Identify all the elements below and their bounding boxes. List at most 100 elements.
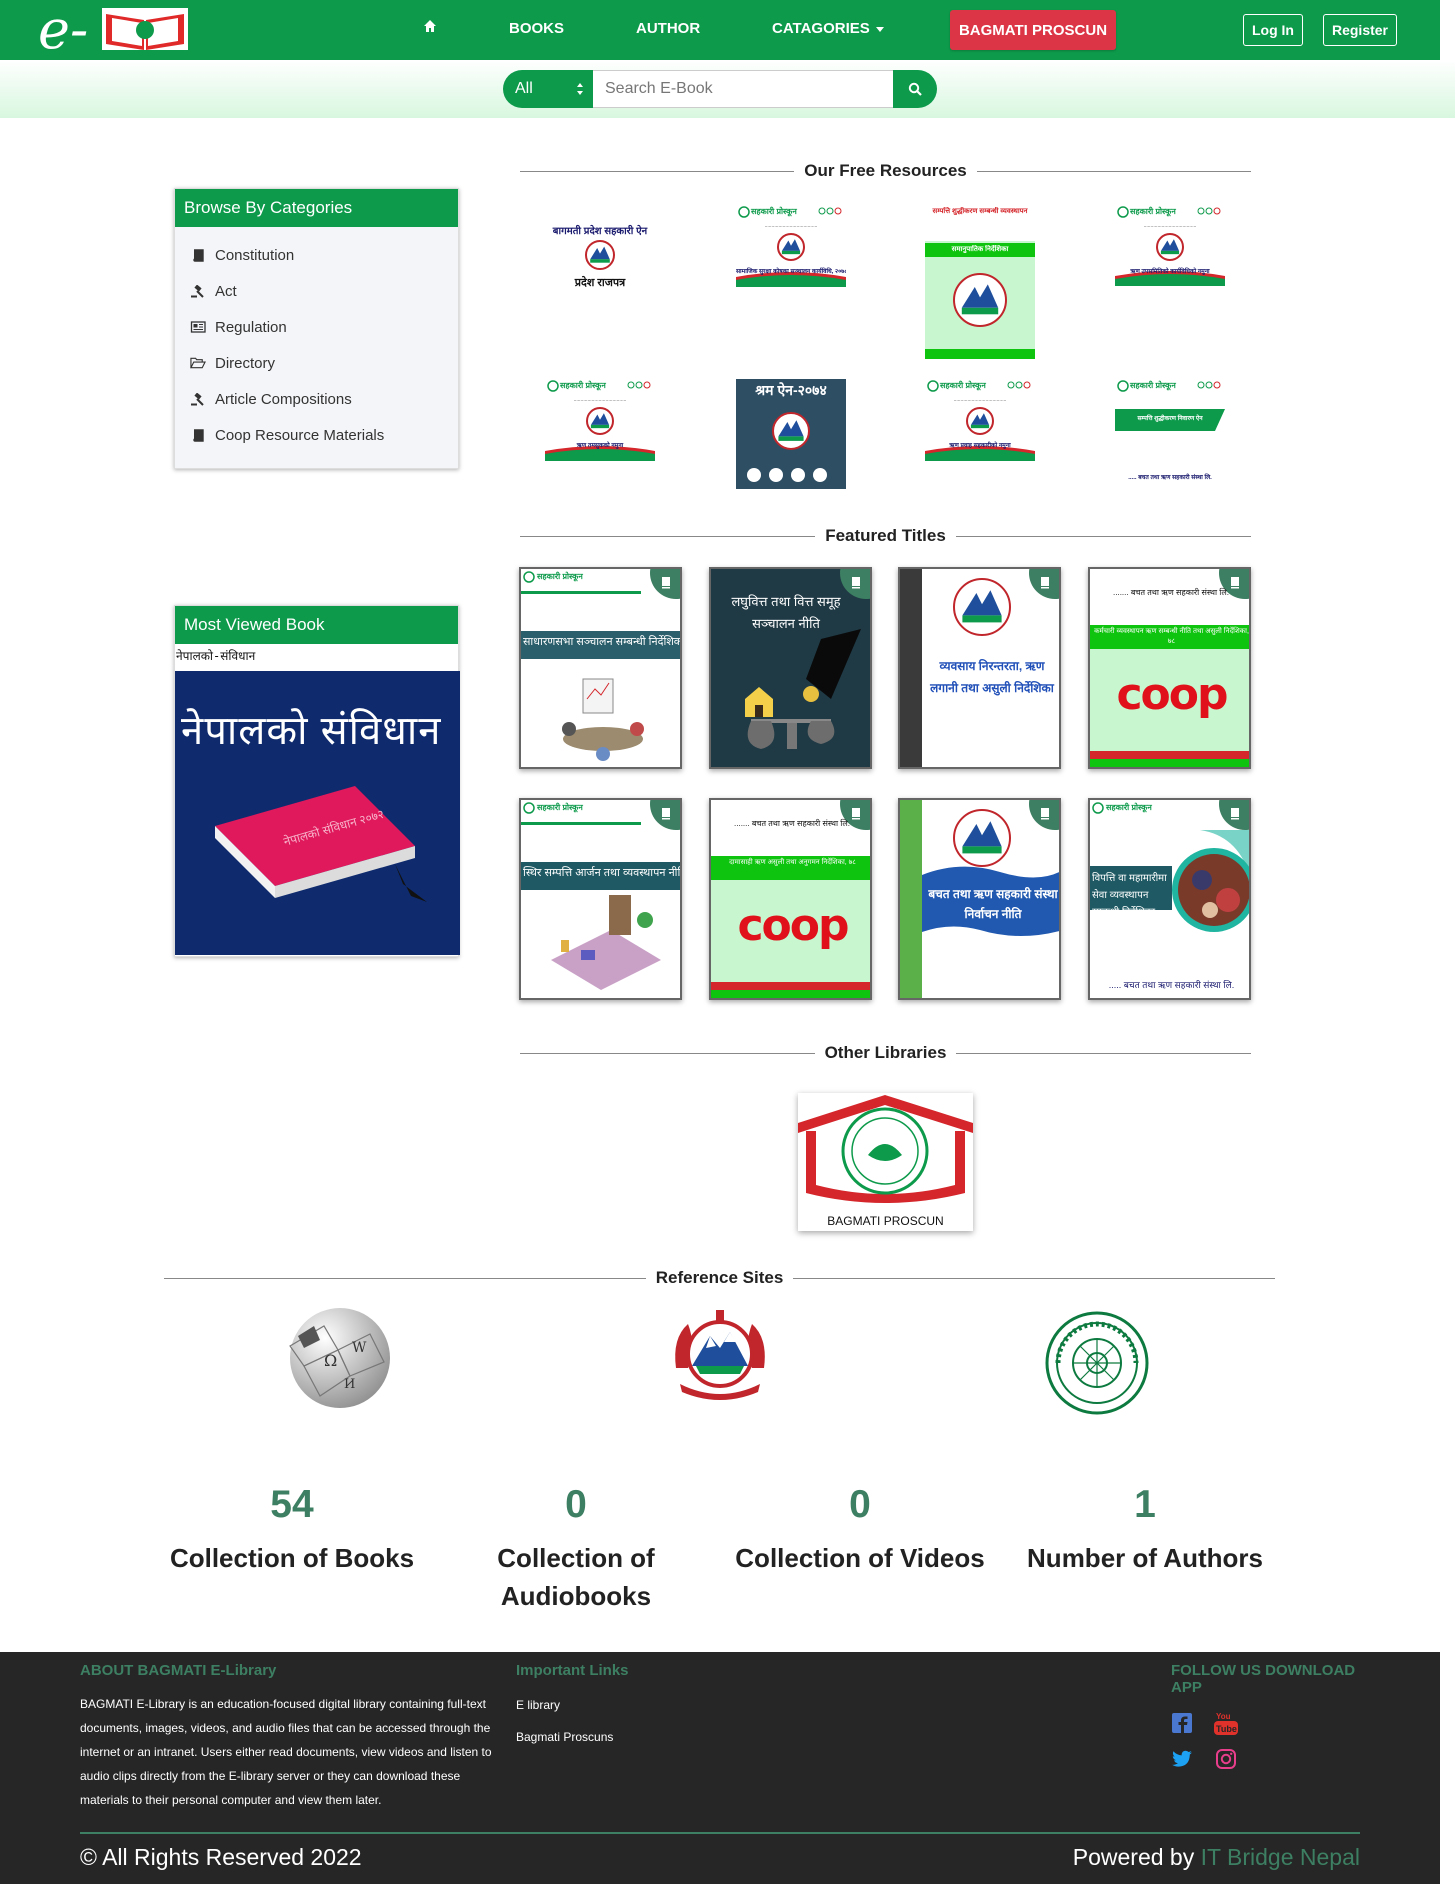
featured-heading: Featured Titles: [520, 524, 1251, 548]
nav-categories[interactable]: CATAGORIES: [772, 20, 884, 37]
register-button[interactable]: Register: [1323, 14, 1397, 46]
powered-by-brand-link[interactable]: IT Bridge Nepal: [1201, 1844, 1360, 1870]
svg-text:सहकारी प्रोस्कून: सहकारी प्रोस्कून: [1129, 206, 1176, 217]
featured-book-card[interactable]: व्यवसाय निरन्तरता, ऋण लगानी तथा असुली नि…: [898, 567, 1061, 769]
most-viewed-book-title[interactable]: नेपालको-संविधान: [175, 644, 458, 671]
stat-block: 0 Collection of Audiobooks: [441, 1483, 711, 1615]
cover-title-text: नेपालको संविधान: [181, 709, 442, 753]
resource-title-line2: ..... बचत तथा ऋण सहकारी संस्था लि.: [1128, 475, 1212, 481]
svg-text:You: You: [1216, 1712, 1231, 1721]
book-icon: [1041, 577, 1049, 589]
twitter-icon[interactable]: [1171, 1748, 1193, 1770]
category-item[interactable]: Article Compositions: [175, 381, 458, 417]
featured-book-card[interactable]: लघुवित्त तथा वित्त समूह सञ्चालन नीति: [709, 567, 872, 769]
resource-title-line1: ऋण तमसुकको नमुना: [576, 443, 624, 449]
featured-cover-art: सहकारी प्रोस्कून: [521, 569, 680, 767]
bagmati-proscun-button[interactable]: BAGMATI PROSCUN: [950, 10, 1116, 50]
resource-title-line1: श्रम ऐन-२०७४: [755, 382, 827, 398]
resource-title-line1: सम्पत्ति शुद्धीकरण निवारण ऐन: [1137, 416, 1203, 422]
home-icon[interactable]: [423, 19, 437, 33]
featured-book-card[interactable]: सहकारी प्रोस्कून स्थिर सम्पत्ति आर्जन तथ…: [519, 798, 682, 1000]
resource-title-line1: ऋण प्रवाह सहकारीको नमुना: [949, 443, 1011, 449]
free-resource-thumbnail[interactable]: श्रम ऐन-२०७४: [736, 379, 846, 489]
library-card-proscun[interactable]: BAGMATI PROSCUN: [798, 1093, 973, 1231]
folder-open-icon: [190, 356, 206, 370]
featured-book-card[interactable]: ....... बचत तथा ऋण सहकारी संस्था लि. कर्म…: [1088, 567, 1251, 769]
free-resources-heading: Our Free Resources: [520, 159, 1252, 183]
category-item[interactable]: Coop Resource Materials: [175, 417, 458, 453]
free-resource-thumbnail[interactable]: सहकारी प्रोस्कून .......................…: [1115, 205, 1225, 286]
categories-list: Constitution Act Regulation Directory Articl…: [175, 227, 458, 459]
search-category-select[interactable]: All: [503, 70, 593, 108]
instagram-icon[interactable]: [1215, 1748, 1237, 1770]
most-viewed-book-cover[interactable]: नेपालको संविधान नेपालको संविधान २०७२: [175, 671, 460, 955]
coop-logo: coop: [737, 900, 849, 951]
featured-book-card[interactable]: ....... बचत तथा ऋण सहकारी संस्था लि. दामा…: [709, 798, 872, 1000]
category-label: Constitution: [215, 246, 295, 264]
wikipedia-logo-icon[interactable]: Ω W И: [284, 1306, 396, 1410]
free-resource-thumbnail[interactable]: सहकारी प्रोस्कून .......................…: [736, 205, 846, 287]
svg-text:सहकारी प्रोस्कून: सहकारी प्रोस्कून: [1105, 802, 1152, 813]
free-resource-thumbnail[interactable]: सहकारी प्रोस्कून .......................…: [545, 379, 655, 461]
featured-book-title: ....... बचत तथा ऋण सहकारी संस्था लि.: [734, 819, 850, 828]
powered-by-prefix: Powered by: [1072, 1844, 1195, 1870]
stat-block: 1 Number of Authors: [1010, 1483, 1280, 1577]
stat-value: 1: [1134, 1483, 1156, 1526]
search-icon: [908, 82, 922, 96]
category-item[interactable]: Directory: [175, 345, 458, 381]
facebook-icon[interactable]: [1171, 1712, 1193, 1734]
free-resource-thumbnail[interactable]: सहकारी प्रोस्कून सम्पत्ति शुद्धीकरण निवा…: [1115, 379, 1225, 489]
category-label: Directory: [215, 354, 276, 372]
book-icon: [662, 808, 670, 820]
svg-text:सहकारी प्रोस्कून: सहकारी प्रोस्कून: [939, 380, 986, 391]
featured-cover-art: सहकारी प्रोस्कून: [521, 800, 680, 998]
featured-book-card[interactable]: सहकारी प्रोस्कून साधारणसभा सञ्चालन सम्बन…: [519, 567, 682, 769]
resource-title-line2: समानुपातिक निर्देशिका: [951, 246, 1009, 253]
featured-book-card[interactable]: सहकारी प्रोस्कून विपत्ति वा महामारीमा से…: [1088, 798, 1251, 1000]
footer-link-elibrary[interactable]: E library: [516, 1698, 560, 1712]
featured-book-title: साधारणसभा सञ्चालन सम्बन्धी निर्देशिका: [523, 636, 682, 648]
reference-sites-title: Reference Sites: [655, 1268, 784, 1287]
category-item[interactable]: Regulation: [175, 309, 458, 345]
heading-rule: [955, 535, 1251, 537]
most-viewed-panel: Most Viewed Book नेपालको-संविधान नेपालको…: [174, 605, 460, 957]
select-arrows-icon: [577, 83, 583, 95]
free-resource-thumbnail[interactable]: बागमती प्रदेश सहकारी ऐन प्रदेश राजपत्र: [545, 205, 655, 295]
nav-books[interactable]: BOOKS: [509, 20, 564, 37]
category-item[interactable]: Act: [175, 273, 458, 309]
free-resource-thumbnail[interactable]: सम्पत्ति शुद्धीकरण सम्बन्धी व्यवस्थापन सम…: [925, 205, 1035, 359]
search-input[interactable]: Search E-Book: [593, 70, 893, 108]
featured-book-title: ....... बचत तथा ऋण सहकारी संस्था लि.: [1113, 588, 1229, 597]
book-icon: [1231, 808, 1239, 820]
featured-book-title: स्थिर सम्पत्ति आर्जन तथा व्यवस्थापन नीति: [523, 867, 682, 879]
cooperative-department-seal-icon[interactable]: [1044, 1310, 1150, 1416]
stat-label: Collection of Videos: [735, 1543, 985, 1573]
svg-text:सहकारी प्रोस्कून: सहकारी प्रोस्कून: [559, 380, 606, 391]
newspaper-icon: [190, 320, 206, 334]
featured-book-title: लघुवित्त तथा वित्त समूह सञ्चालन नीति: [731, 594, 841, 631]
site-logo[interactable]: e-: [38, 0, 190, 61]
reference-sites-heading: Reference Sites: [164, 1266, 1276, 1290]
category-item[interactable]: Constitution: [175, 237, 458, 273]
search-bar: All Search E-Book: [0, 60, 1455, 118]
youtube-icon[interactable]: You Tube: [1214, 1710, 1238, 1736]
nav-categories-label: CATAGORIES: [772, 20, 870, 37]
stat-label: Number of Authors: [1027, 1543, 1263, 1573]
heading-rule: [520, 1052, 815, 1054]
nepal-government-emblem-icon[interactable]: [666, 1308, 774, 1404]
free-resources-title: Our Free Resources: [804, 161, 967, 180]
book-icon: [190, 428, 206, 442]
search-button[interactable]: [893, 70, 937, 108]
resource-title-line1: ऋण उपसमितिको कार्यविधिको नमुना: [1130, 269, 1210, 275]
featured-book-card[interactable]: बचत तथा ऋण सहकारी संस्था निर्वाचन नीति: [898, 798, 1061, 1000]
heading-rule: [520, 170, 795, 172]
svg-text:सहकारी प्रोस्कून: सहकारी प्रोस्कून: [536, 802, 583, 813]
footer-follow-title: FOLLOW US DOWNLOAD APP: [1171, 1662, 1356, 1696]
footer-link-proscuns[interactable]: Bagmati Proscuns: [516, 1730, 613, 1744]
categories-panel: Browse By Categories Constitution Act Regu…: [174, 188, 459, 469]
nav-author[interactable]: AUTHOR: [636, 20, 700, 37]
free-resource-thumbnail[interactable]: सहकारी प्रोस्कून .......................…: [925, 379, 1035, 461]
stat-block: 54 Collection of Books: [157, 1483, 427, 1577]
featured-book-subtitle: कर्मचारी व्यवस्थापन ऋण सम्बन्धी नीति तथा…: [1094, 628, 1249, 645]
login-button[interactable]: Log In: [1243, 14, 1303, 46]
